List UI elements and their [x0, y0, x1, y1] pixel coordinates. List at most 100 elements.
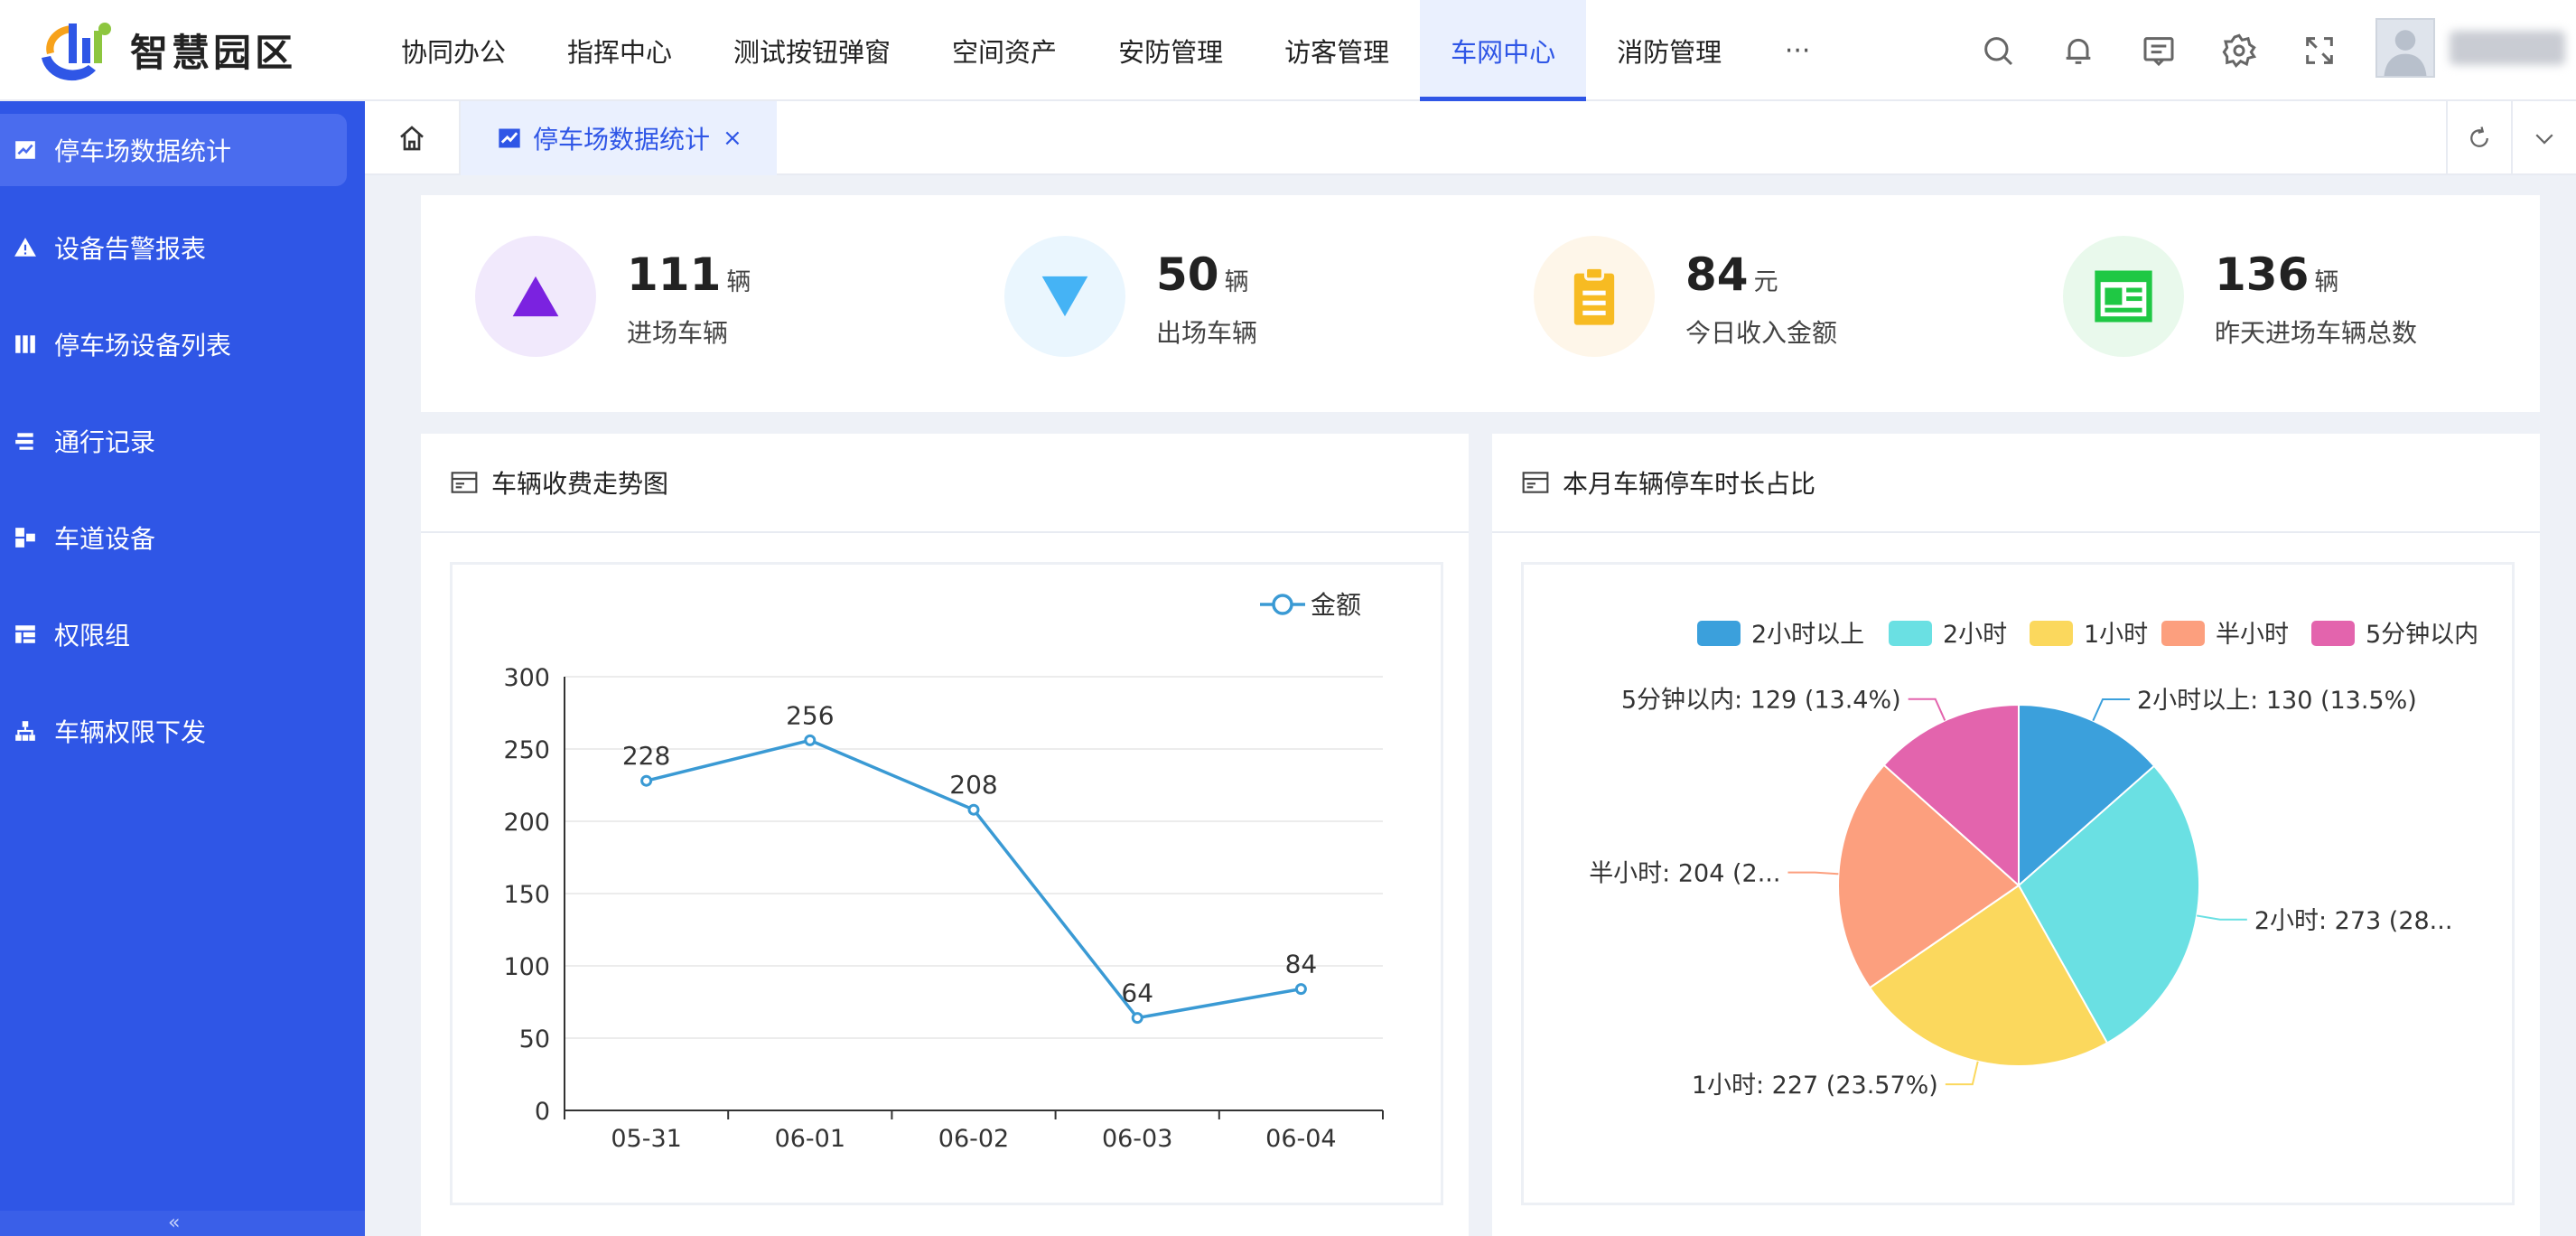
legend-swatch [2161, 621, 2205, 646]
collapse-sidebar-button[interactable]: « [168, 1212, 180, 1234]
username-blurred[interactable] [2450, 31, 2565, 65]
panel-header: 本月车辆停车时长占比 [1492, 434, 2540, 533]
chart-icon [13, 137, 38, 163]
nav-item-office[interactable]: 协同办公 [370, 0, 537, 101]
gear-icon[interactable] [2210, 22, 2268, 80]
bell-icon[interactable] [2049, 22, 2107, 80]
clipboard-icon [1573, 266, 1615, 325]
legend-label: 1小时 [2084, 621, 2148, 649]
stats-card: 111 辆 进场车辆 50 辆 出场车辆 84 元 今日收入金额 136 辆 昨天进场车… [421, 195, 2540, 412]
app-logo[interactable]: 智慧园区 [33, 11, 296, 89]
panel-title: 本月车辆停车时长占比 [1563, 469, 1816, 499]
tab-parking-stats[interactable]: 停车场数据统计 × [461, 101, 777, 175]
top-nav: 协同办公 指挥中心 测试按钮弹窗 空间资产 安防管理 访客管理 车网中心 消防管… [370, 0, 1843, 101]
y-tick-label: 150 [503, 881, 550, 909]
stat-number: 136 [2215, 248, 2310, 301]
tab-label: 停车场数据统计 [533, 125, 711, 154]
stat-label: 进场车辆 [627, 318, 729, 348]
nav-item-test-popup[interactable]: 测试按钮弹窗 [703, 0, 921, 101]
legend-swatch [2030, 621, 2073, 646]
sidebar-item-device-list[interactable]: 停车场设备列表 [0, 308, 365, 380]
avatar[interactable] [2375, 18, 2435, 78]
stat-unit: 元 [1753, 268, 1778, 296]
fee-trend-panel: 车辆收费走势图 0 50 100 150 200 250 300 05-31 06-01 06-0… [421, 434, 1469, 1236]
stat-value: 84 元 [1685, 248, 1778, 301]
x-tick-label: 06-04 [1265, 1125, 1336, 1153]
sidebar-item-label: 设备告警报表 [54, 234, 207, 264]
sidebar-item-label: 停车场数据统计 [54, 136, 232, 166]
nav-item-security[interactable]: 安防管理 [1087, 0, 1254, 101]
nav-item-fire[interactable]: 消防管理 [1586, 0, 1752, 101]
fullscreen-icon[interactable] [2291, 22, 2348, 80]
close-icon[interactable]: × [723, 125, 742, 152]
news-icon [2095, 270, 2152, 323]
stat-icon-circle [1534, 236, 1655, 357]
sidebar-item-vehicle-permission[interactable]: 车辆权限下发 [0, 695, 365, 767]
tab-tools [2446, 101, 2576, 175]
label-leader-line [1787, 871, 1839, 876]
stat-icon-circle [2063, 236, 2184, 357]
panel-title-icon [451, 472, 478, 493]
slice-label: 2小时: 273 (28... [2254, 907, 2453, 935]
data-label: 84 [1285, 950, 1318, 979]
chart-icon [499, 128, 520, 148]
stat-value: 50 辆 [1156, 248, 1249, 301]
x-tick-label: 06-02 [938, 1125, 1009, 1153]
data-point [1131, 1012, 1143, 1025]
data-label: 256 [786, 700, 834, 730]
line-chart: 0 50 100 150 200 250 300 05-31 06-01 06-02 06-03 06… [503, 590, 1384, 1153]
nav-item-space-assets[interactable]: 空间资产 [921, 0, 1087, 101]
data-label: 208 [949, 770, 997, 800]
tree-icon [13, 718, 38, 744]
triangle-up-icon [512, 276, 559, 317]
search-icon[interactable] [1969, 22, 2027, 80]
sidebar-item-lane-devices[interactable]: 车道设备 [0, 501, 365, 574]
tab-bar: 停车场数据统计 × [365, 101, 2576, 175]
nav-item-command[interactable]: 指挥中心 [537, 0, 703, 101]
sidebar-item-label: 车道设备 [54, 524, 156, 554]
sidebar-item-parking-stats[interactable]: 停车场数据统计 [0, 114, 347, 186]
refresh-icon[interactable] [2446, 101, 2511, 175]
stat-label: 昨天进场车辆总数 [2215, 318, 2418, 348]
legend-swatch [1697, 621, 1741, 646]
stat-number: 84 [1685, 248, 1749, 301]
slice-label: 2小时以上: 130 (13.5%) [2137, 687, 2417, 715]
nav-more-button[interactable]: ··· [1752, 0, 1843, 101]
triangle-down-icon [1041, 276, 1088, 317]
stat-icon-circle [1004, 236, 1125, 357]
sidebar-item-label: 权限组 [54, 621, 131, 651]
x-tick-label: 06-03 [1102, 1125, 1172, 1153]
stat-exit-vehicles: 50 辆 出场车辆 [950, 236, 1474, 362]
nav-item-vehicle-center[interactable]: 车网中心 [1420, 0, 1587, 101]
x-tick-label: 06-01 [775, 1125, 845, 1153]
sidebar-item-permission-group[interactable]: 权限组 [0, 598, 365, 670]
message-icon[interactable] [2130, 22, 2188, 80]
data-point [967, 803, 980, 816]
parking-duration-panel: 本月车辆停车时长占比 2小时以上 2小时 1小时 半小时 5分钟以内 2小时以上: 130… [1492, 434, 2540, 1236]
app-title: 智慧园区 [130, 30, 297, 75]
home-tab[interactable] [365, 101, 461, 175]
nav-item-visitor[interactable]: 访客管理 [1254, 0, 1420, 101]
legend-swatch [1889, 621, 1932, 646]
y-tick-label: 50 [519, 1025, 550, 1053]
lane-icon [13, 525, 38, 550]
sidebar: 停车场数据统计 设备告警报表 停车场设备列表 通行记录 车道设备 权限组 车辆权… [0, 101, 365, 1236]
chevron-down-icon[interactable] [2511, 101, 2576, 175]
data-point [1294, 983, 1307, 996]
line-chart-container: 0 50 100 150 200 250 300 05-31 06-01 06-02 06-03 06… [450, 562, 1443, 1205]
sidebar-item-device-alarm[interactable]: 设备告警报表 [0, 211, 365, 284]
stat-unit: 辆 [726, 268, 751, 296]
stat-value: 136 辆 [2215, 248, 2338, 301]
data-point [640, 774, 653, 787]
label-leader-line [1908, 698, 1946, 721]
stat-label: 今日收入金额 [1685, 318, 1838, 348]
sidebar-item-pass-records[interactable]: 通行记录 [0, 405, 365, 477]
y-tick-label: 300 [503, 664, 550, 692]
stat-number: 50 [1156, 248, 1219, 301]
stat-label: 出场车辆 [1156, 318, 1258, 348]
label-leader-line [2197, 914, 2247, 921]
y-tick-label: 200 [503, 809, 550, 837]
columns-icon [13, 332, 38, 357]
label-leader-line [2092, 698, 2130, 722]
legend-label: 5分钟以内 [2366, 621, 2478, 649]
